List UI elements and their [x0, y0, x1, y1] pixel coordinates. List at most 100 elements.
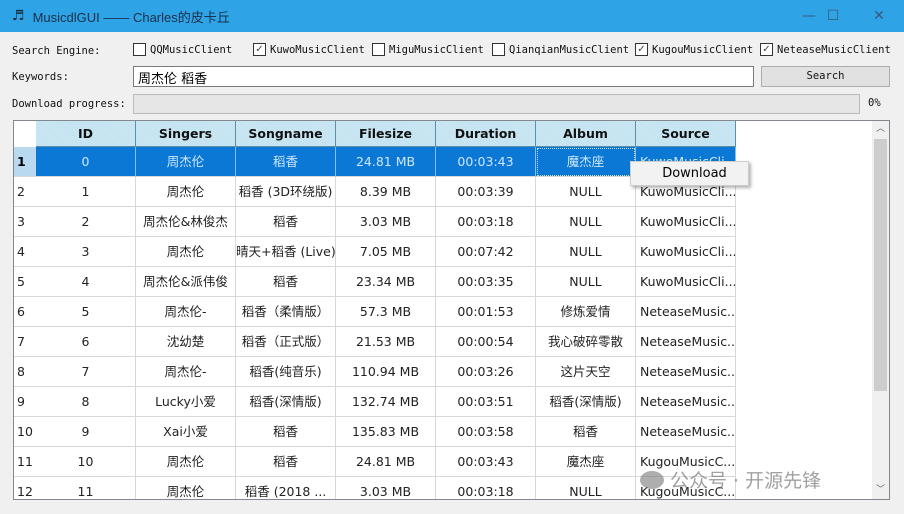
table-cell-songname[interactable]: 稻香(深情版) — [236, 387, 336, 417]
checkmark-icon[interactable]: ✓ — [253, 43, 266, 56]
table-cell-album[interactable]: NULL — [536, 207, 636, 237]
table-row[interactable]: 9 8 Lucky小爱 稻香(深情版) 132.74 MB 00:03:51 稻香(深情版)… — [14, 387, 736, 417]
table-row[interactable]: 10周杰伦稻香24.81 MB00:03:43魔杰座KuwoMusicCli..… — [14, 147, 736, 177]
table-cell-source[interactable]: KuwoMusicCli... — [636, 237, 736, 267]
table-cell-album[interactable]: NULL — [536, 477, 636, 499]
table-cell-source[interactable]: NeteaseMusic... — [636, 297, 736, 327]
engine-checkbox-neteasemusicclient[interactable]: ✓ NeteaseMusicClient — [760, 43, 891, 56]
table-cell-songname[interactable]: 稻香(纯音乐) — [236, 357, 336, 387]
table-cell-filesize[interactable]: 7.05 MB — [336, 237, 436, 267]
table-cell-album[interactable]: 修炼爱情 — [536, 297, 636, 327]
column-header-singers[interactable]: Singers — [136, 121, 236, 147]
engine-checkbox-migumusicclient[interactable]: MiguMusicClient — [372, 43, 484, 56]
engine-checkbox-kuwomusicclient[interactable]: ✓ KuwoMusicClient — [253, 43, 365, 56]
table-cell-songname[interactable]: 稻香（正式版） — [236, 327, 336, 357]
table-cell-singers[interactable]: 周杰伦 — [136, 147, 236, 177]
close-button[interactable]: ✕ — [856, 0, 902, 32]
table-cell-duration[interactable]: 00:07:42 — [436, 237, 536, 267]
row-number[interactable]: 10 — [14, 417, 36, 447]
table-cell-songname[interactable]: 稻香 — [236, 447, 336, 477]
table-cell-songname[interactable]: 稻香 (3D环绕版) — [236, 177, 336, 207]
table-cell-source[interactable]: NeteaseMusic... — [636, 387, 736, 417]
row-number[interactable]: 4 — [14, 237, 36, 267]
table-cell-filesize[interactable]: 23.34 MB — [336, 267, 436, 297]
table-cell-album[interactable]: 我心破碎零散 — [536, 327, 636, 357]
table-cell-duration[interactable]: 00:03:43 — [436, 447, 536, 477]
table-row[interactable]: 2 1 周杰伦 稻香 (3D环绕版) 8.39 MB 00:03:39 NULL KuwoMu… — [14, 177, 736, 207]
table-cell-duration[interactable]: 00:03:26 — [436, 357, 536, 387]
table-cell-album[interactable]: 稻香 — [536, 417, 636, 447]
table-cell-filesize[interactable]: 21.53 MB — [336, 327, 436, 357]
table-cell-id[interactable]: 8 — [36, 387, 136, 417]
checkbox-box[interactable] — [492, 43, 505, 56]
row-number[interactable]: 1 — [14, 147, 36, 177]
table-cell-songname[interactable]: 稻香 — [236, 207, 336, 237]
table-cell-id[interactable]: 7 — [36, 357, 136, 387]
table-cell-album[interactable]: 稻香(深情版) — [536, 387, 636, 417]
table-row[interactable]: 10 9 Xai小爱 稻香 135.83 MB 00:03:58 稻香 NeteaseMusi… — [14, 417, 736, 447]
table-cell-filesize[interactable]: 24.81 MB — [336, 147, 436, 177]
table-cell-songname[interactable]: 稻香（柔情版） — [236, 297, 336, 327]
checkbox-box[interactable] — [372, 43, 385, 56]
column-header-filesize[interactable]: Filesize — [336, 121, 436, 147]
table-cell-id[interactable]: 10 — [36, 447, 136, 477]
table-cell-duration[interactable]: 00:03:58 — [436, 417, 536, 447]
engine-checkbox-kugoumusicclient[interactable]: ✓ KugouMusicClient — [635, 43, 753, 56]
checkmark-icon[interactable]: ✓ — [760, 43, 773, 56]
table-cell-duration[interactable]: 00:03:39 — [436, 177, 536, 207]
table-cell-singers[interactable]: 周杰伦 — [136, 177, 236, 207]
search-button[interactable]: Search — [761, 66, 890, 87]
table-cell-filesize[interactable]: 57.3 MB — [336, 297, 436, 327]
engine-checkbox-qianqianmusicclient[interactable]: QianqianMusicClient — [492, 43, 629, 56]
row-number[interactable]: 2 — [14, 177, 36, 207]
column-header-source[interactable]: Source — [636, 121, 736, 147]
table-row[interactable]: 11 10 周杰伦 稻香 24.81 MB 00:03:43 魔杰座 KugouMusicC.… — [14, 447, 736, 477]
table-cell-source[interactable]: KuwoMusicCli... — [636, 207, 736, 237]
table-cell-singers[interactable]: 周杰伦&林俊杰 — [136, 207, 236, 237]
table-cell-songname[interactable]: 稻香 — [236, 267, 336, 297]
row-number[interactable]: 8 — [14, 357, 36, 387]
row-number[interactable]: 6 — [14, 297, 36, 327]
table-cell-id[interactable]: 6 — [36, 327, 136, 357]
table-cell-singers[interactable]: 周杰伦 — [136, 447, 236, 477]
table-cell-duration[interactable]: 00:03:43 — [436, 147, 536, 177]
table-cell-id[interactable]: 11 — [36, 477, 136, 499]
table-cell-id[interactable]: 5 — [36, 297, 136, 327]
table-cell-source[interactable]: NeteaseMusic... — [636, 357, 736, 387]
table-cell-album[interactable]: NULL — [536, 237, 636, 267]
table-cell-singers[interactable]: 周杰伦 — [136, 237, 236, 267]
table-cell-filesize[interactable]: 135.83 MB — [336, 417, 436, 447]
scroll-thumb[interactable] — [874, 139, 887, 391]
table-row[interactable]: 5 4 周杰伦&派伟俊 稻香 23.34 MB 00:03:35 NULL KuwoMusic… — [14, 267, 736, 297]
row-number[interactable]: 11 — [14, 447, 36, 477]
table-cell-filesize[interactable]: 24.81 MB — [336, 447, 436, 477]
table-row[interactable]: 6 5 周杰伦- 稻香（柔情版） 57.3 MB 00:01:53 修炼爱情 NeteaseM… — [14, 297, 736, 327]
table-row[interactable]: 12 11 周杰伦 稻香 (2018 ... 3.03 MB 00:03:18 NULL Ku… — [14, 477, 736, 499]
table-cell-singers[interactable]: 周杰伦&派伟俊 — [136, 267, 236, 297]
table-cell-songname[interactable]: 晴天+稻香 (Live) — [236, 237, 336, 267]
table-cell-duration[interactable]: 00:03:51 — [436, 387, 536, 417]
row-number[interactable]: 7 — [14, 327, 36, 357]
row-number[interactable]: 9 — [14, 387, 36, 417]
table-row[interactable]: 8 7 周杰伦- 稻香(纯音乐) 110.94 MB 00:03:26 这片天空 Neteas… — [14, 357, 736, 387]
row-number[interactable]: 3 — [14, 207, 36, 237]
keywords-input[interactable]: 周杰伦 稻香 — [133, 66, 754, 87]
table-cell-duration[interactable]: 00:01:53 — [436, 297, 536, 327]
table-cell-singers[interactable]: 沈幼楚 — [136, 327, 236, 357]
table-cell-filesize[interactable]: 8.39 MB — [336, 177, 436, 207]
checkbox-box[interactable] — [133, 43, 146, 56]
table-row[interactable]: 3 2 周杰伦&林俊杰 稻香 3.03 MB 00:03:18 NULL KuwoMusicC… — [14, 207, 736, 237]
table-cell-album[interactable]: 魔杰座 — [536, 447, 636, 477]
row-number[interactable]: 12 — [14, 477, 36, 499]
column-header-album[interactable]: Album — [536, 121, 636, 147]
table-cell-id[interactable]: 2 — [36, 207, 136, 237]
table-cell-filesize[interactable]: 110.94 MB — [336, 357, 436, 387]
table-cell-singers[interactable]: 周杰伦- — [136, 297, 236, 327]
table-cell-filesize[interactable]: 132.74 MB — [336, 387, 436, 417]
table-row[interactable]: 7 6 沈幼楚 稻香（正式版） 21.53 MB 00:00:54 我心破碎零散 Neteas… — [14, 327, 736, 357]
table-cell-songname[interactable]: 稻香 (2018 ... — [236, 477, 336, 499]
engine-checkbox-qqmusicclient[interactable]: QQMusicClient — [133, 43, 232, 56]
context-menu-download[interactable]: Download — [641, 162, 748, 185]
table-cell-filesize[interactable]: 3.03 MB — [336, 477, 436, 499]
column-header-duration[interactable]: Duration — [436, 121, 536, 147]
